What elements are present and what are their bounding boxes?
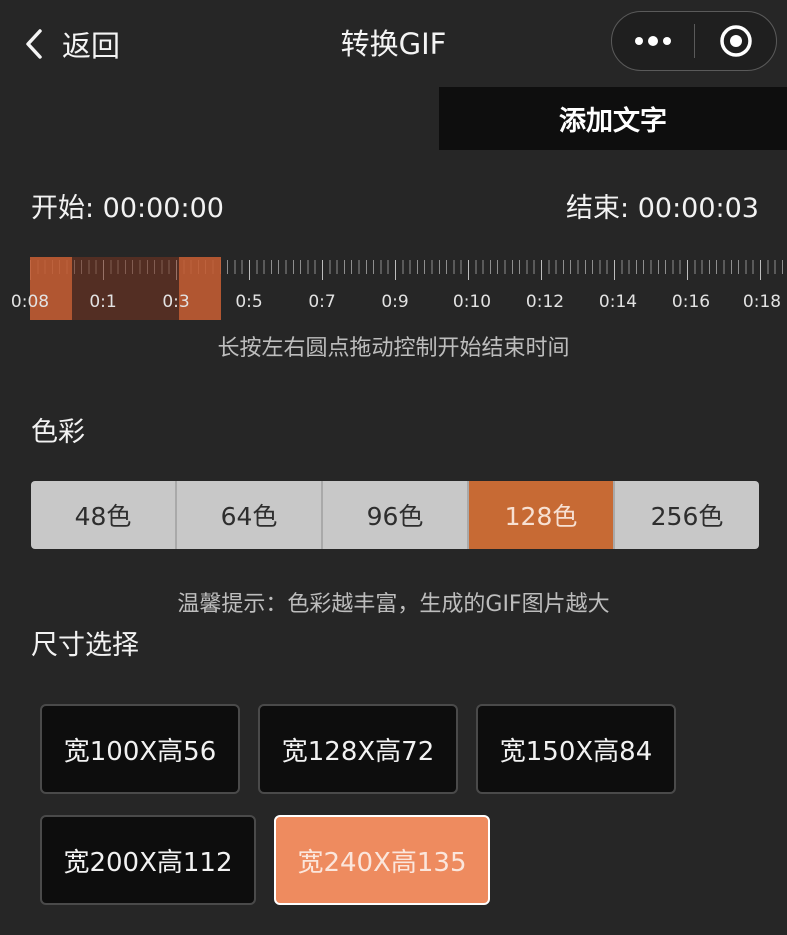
end-time: 结束: 00:00:03 [566,193,759,224]
tick-label: 0:10 [452,292,492,312]
size-section-title: 尺寸选择 [31,630,139,661]
tick-label: 0:18 [742,292,782,312]
tick-label: 0:12 [525,292,565,312]
color-hint: 温馨提示：色彩越丰富，生成的GIF图片越大 [177,592,610,617]
size-option[interactable]: 宽150X高84 [476,704,676,794]
add-text-button[interactable]: 添加文字 [439,87,787,150]
timeline[interactable]: 0:08 0:1 0:3 0:5 0:7 0:9 0:10 0:12 0:14 … [0,250,787,330]
tick-label: 0:08 [10,292,50,312]
more-dots-icon [635,36,671,46]
tick-label: 0:3 [162,292,190,312]
size-option[interactable]: 宽200X高112 [40,815,256,905]
tick-label: 0:1 [89,292,117,312]
size-option[interactable]: 宽128X高72 [258,704,458,794]
target-close-icon [719,25,752,57]
color-option[interactable]: 64色 [177,481,323,549]
tick-label: 0:14 [598,292,638,312]
tick-label: 0:9 [381,292,409,312]
tick-label: 0:16 [671,292,711,312]
timeline-hint: 长按左右圆点拖动控制开始结束时间 [217,336,570,361]
color-option[interactable]: 48色 [31,481,177,549]
color-option[interactable]: 256色 [615,481,759,549]
tick-label: 0:5 [235,292,263,312]
start-time: 开始: 00:00:00 [31,193,224,224]
color-selector: 48色 64色 96色 128色 256色 [31,481,759,549]
color-option-selected[interactable]: 128色 [469,481,615,549]
gif-converter-page: 返回 转换GIF 添加文字 开始: 00:00:00 结束: 00:00:03 … [0,0,787,935]
size-option[interactable]: 宽100X高56 [40,704,240,794]
color-section-title: 色彩 [31,417,85,448]
size-option-selected[interactable]: 宽240X高135 [274,815,490,905]
mini-program-capsule [611,11,777,71]
tick-label: 0:7 [308,292,336,312]
close-button[interactable] [695,12,776,70]
more-button[interactable] [612,12,694,70]
color-option[interactable]: 96色 [323,481,469,549]
